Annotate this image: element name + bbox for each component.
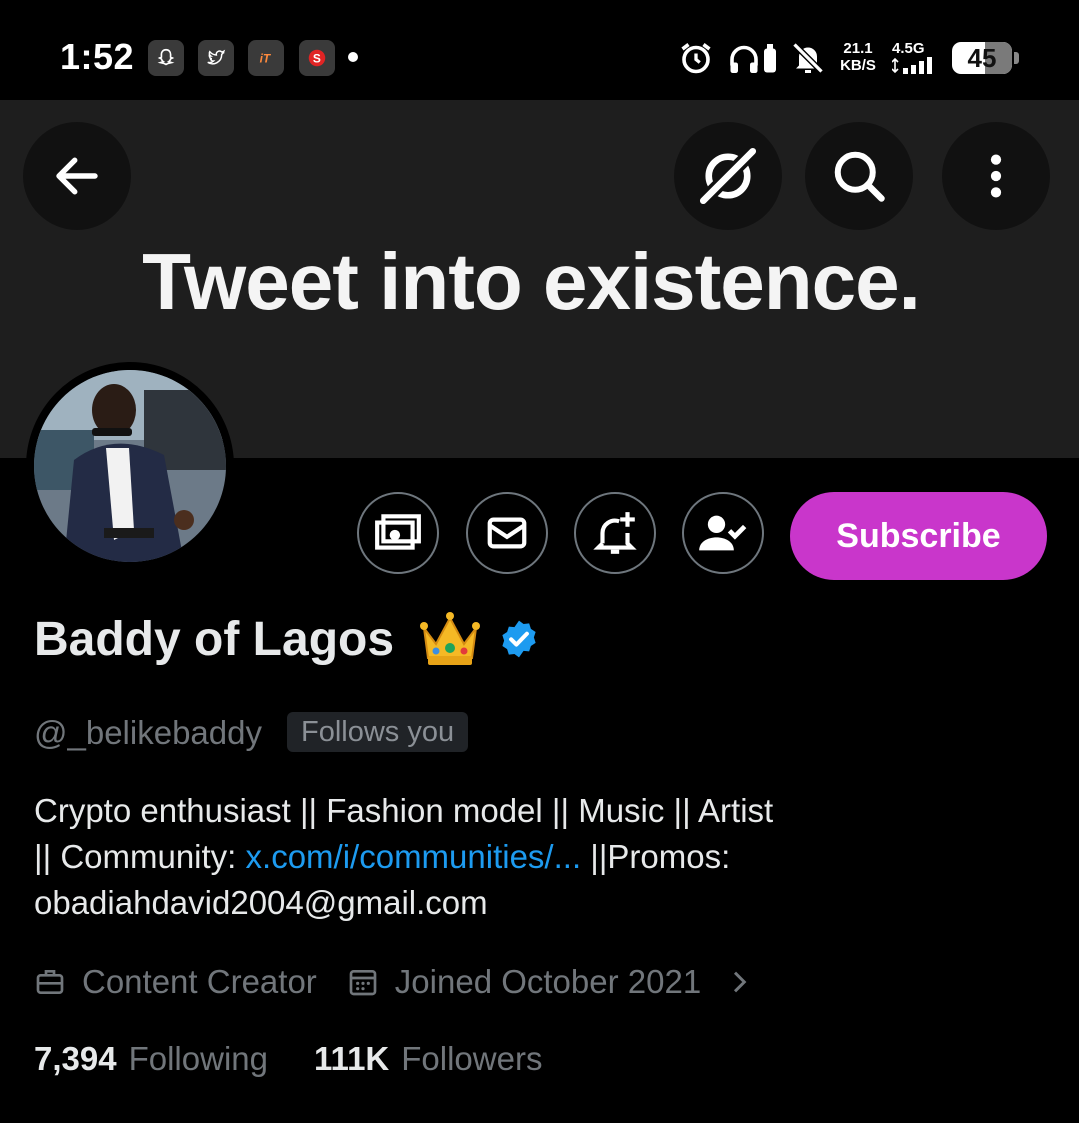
alarm-icon <box>681 43 711 74</box>
signal-icon <box>891 57 932 74</box>
network-speed: 21.1 KB/S <box>840 40 876 74</box>
app-icon: iT <box>248 40 284 76</box>
search-icon <box>834 151 885 202</box>
user-handle: @_belikebaddy <box>34 714 262 751</box>
back-button[interactable] <box>23 122 131 230</box>
tip-button[interactable] <box>357 492 439 574</box>
svg-text:S: S <box>313 52 321 66</box>
profile-category[interactable]: Content Creator <box>82 963 317 1001</box>
network-type: 4.5G <box>891 40 940 78</box>
search-button[interactable] <box>805 122 913 230</box>
snapchat-icon <box>148 40 184 76</box>
more-vertical-icon <box>990 154 1002 198</box>
verified-badge-icon[interactable] <box>498 618 540 660</box>
grok-button[interactable] <box>674 122 782 230</box>
calendar-icon <box>349 970 377 996</box>
battery-tip <box>1014 52 1019 64</box>
chevron-right-icon[interactable] <box>723 966 755 998</box>
message-button[interactable] <box>466 492 548 574</box>
battery-indicator: 45 <box>952 42 1012 74</box>
notify-button[interactable] <box>574 492 656 574</box>
more-notifications-dot <box>348 52 358 62</box>
envelope-icon <box>487 517 527 549</box>
app-icon-red: S <box>299 40 335 76</box>
bio-line: Crypto enthusiast || Fashion model || Mu… <box>34 792 774 829</box>
community-link[interactable]: x.com/i/communities/... <box>246 838 582 875</box>
followers-label: Followers <box>401 1040 543 1077</box>
banner-text: Tweet into existence. <box>142 237 921 326</box>
following-label: Following <box>128 1040 268 1077</box>
notifications-muted-icon <box>792 42 824 74</box>
svg-text:iT: iT <box>260 52 272 66</box>
joined-date: Joined October 2021 <box>394 963 702 1000</box>
following-button[interactable] <box>682 492 764 574</box>
arrow-left-icon <box>56 157 98 195</box>
profile-bio: Crypto enthusiast || Fashion model || Mu… <box>34 788 1034 926</box>
following-count: 7,394 <box>34 1040 117 1077</box>
money-icon <box>375 514 421 550</box>
headphone-battery-icon <box>764 44 776 73</box>
briefcase-icon <box>36 970 64 994</box>
subscribe-button[interactable]: Subscribe <box>790 492 1047 580</box>
followers-count: 111K <box>314 1040 390 1077</box>
bio-line: || Community: x.com/i/communities/... ||… <box>34 838 731 875</box>
twitter-icon <box>198 40 234 76</box>
followers-stat[interactable]: 111K Followers <box>314 1040 542 1078</box>
follows-you-badge: Follows you <box>287 712 469 752</box>
status-time: 1:52 <box>60 36 135 77</box>
following-stat[interactable]: 7,394 Following <box>34 1040 268 1078</box>
follow-stats: 7,394 Following 111K Followers <box>34 1040 542 1078</box>
profile-meta: Content Creator Joined October 2021 <box>34 960 755 1004</box>
bio-email: obadiahdavid2004@gmail.com <box>34 884 488 921</box>
headphones-icon <box>730 45 758 73</box>
display-name: Baddy of Lagos <box>34 613 395 666</box>
user-check-icon <box>699 515 747 551</box>
bell-plus-icon <box>593 512 637 554</box>
crown-icon <box>420 612 480 665</box>
avatar[interactable] <box>34 370 226 562</box>
grok-icon <box>698 146 758 206</box>
more-options-button[interactable] <box>942 122 1050 230</box>
